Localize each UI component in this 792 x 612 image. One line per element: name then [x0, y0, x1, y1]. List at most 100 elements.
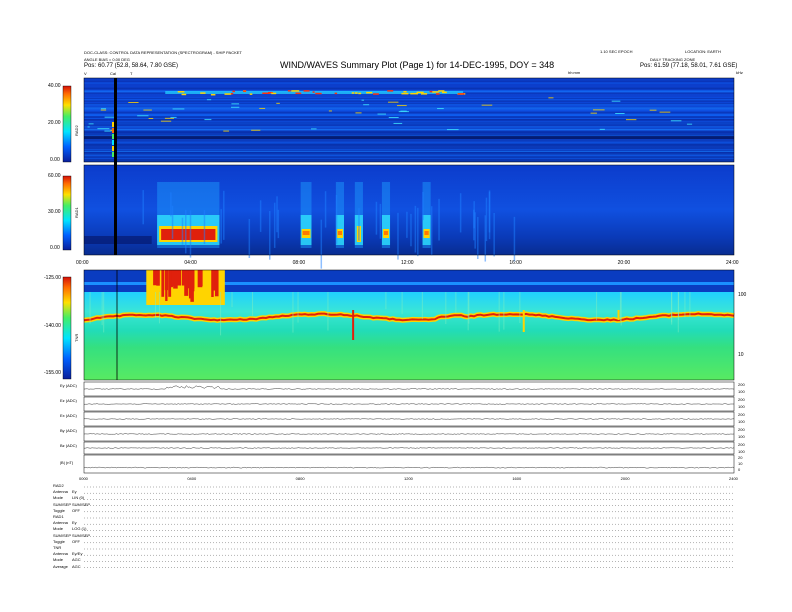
tnr-streak [421, 292, 423, 320]
rad2-hot-spot [438, 90, 445, 92]
rad1-streak [358, 208, 360, 241]
rad2-spot [396, 105, 407, 107]
rad1-streak [189, 210, 192, 258]
rad1-streak [324, 191, 327, 228]
footer-row-label: Mode [53, 557, 64, 563]
rad2-spot [625, 119, 637, 121]
line-tick: 10 [738, 461, 743, 466]
rad2-spot [143, 109, 152, 111]
footer-row-label: Antenna [53, 520, 68, 526]
rad2-spot [251, 129, 261, 131]
rad1-streak [410, 213, 412, 247]
rad2-spot [388, 101, 399, 103]
rad2-spot [259, 107, 266, 109]
footer-row-label: SUM/SEP [53, 532, 72, 538]
footer-row-value: LOG (1) [72, 526, 87, 532]
rad2-spot [446, 129, 459, 131]
tnr-streak [678, 292, 680, 321]
rad2-spot [311, 128, 317, 130]
rad2-spot [659, 111, 671, 113]
rad2-hot-spot [372, 93, 379, 95]
rad2-tick-bottom: 0.00 [50, 157, 60, 163]
tnr-streak [103, 292, 105, 333]
rad2-hot-spot [295, 92, 302, 95]
tnr-streak [503, 292, 505, 330]
rad1-streak [248, 218, 251, 258]
rad2-hot-spot [457, 93, 465, 95]
tnr-streak [89, 292, 91, 324]
footer-row-value: AGC [72, 557, 81, 563]
rad2-hot-spot [181, 93, 187, 96]
rad1-streak [422, 191, 424, 221]
line-panel-frame [83, 454, 735, 474]
rad1-streak [181, 217, 184, 245]
tnr-spike [617, 310, 620, 320]
rad2-spot [87, 126, 90, 128]
rad2-tick-mid: 20.00 [48, 120, 61, 126]
line-tick: 200 [738, 412, 745, 417]
rad2-hot-spot [312, 91, 315, 93]
line-tick: 200 [738, 382, 745, 387]
rad2-label: RAD2 [74, 125, 79, 136]
rad2-spot [400, 110, 407, 112]
rad2-spot [231, 106, 240, 108]
line-label-b: |B| (nT) [60, 460, 74, 465]
tnr-burst-streak [211, 270, 214, 297]
rad2-hot-spot [303, 90, 310, 92]
x-tick-top: 12:00 [401, 260, 414, 266]
tnr-burst-streak [164, 270, 169, 291]
rad2-hot-spot [224, 93, 232, 95]
rad2-spot [599, 128, 605, 130]
footer-row-label: Mode [53, 495, 64, 501]
rad2-hot-spot [230, 92, 234, 95]
x-tick-bottom: 2400 [729, 476, 739, 481]
rad1-streak [273, 202, 276, 248]
rad2-spot [388, 117, 399, 119]
rad1-streak [276, 196, 278, 233]
rad1-streak [223, 190, 225, 240]
rad2-spot [328, 110, 332, 112]
rad2-spot [686, 123, 693, 125]
rad2-spot [481, 104, 493, 106]
tnr-burst-streak [161, 270, 165, 297]
footer-row-label: Antenna [53, 489, 68, 495]
rad1-streak [397, 212, 399, 260]
tnr-right-tick-10: 10 [738, 352, 744, 358]
tnr-streak [689, 292, 691, 317]
rad1-streak [335, 194, 338, 245]
footer-row-label: Mode [53, 526, 64, 532]
rad1-streak [488, 191, 491, 233]
footer-row-label: Toggle [53, 507, 65, 513]
rad1-streak [473, 201, 475, 229]
tnr-burst-streak [168, 270, 172, 297]
rad2-hot-spot [351, 92, 355, 94]
tnr-spike [522, 310, 525, 332]
rad2-spot [172, 108, 185, 110]
tnr-streak [467, 292, 469, 331]
rad1-tick-bottom: 0.00 [50, 245, 60, 251]
rad1-streak [375, 201, 378, 235]
rad2-hot-spot [287, 90, 291, 92]
tnr-streak [455, 292, 457, 314]
rad2-spot [592, 109, 605, 111]
rad2-spot [128, 101, 139, 103]
rad2-spot [361, 99, 364, 101]
rad2-hot-spot [416, 91, 424, 94]
rad2-hot-spot [441, 91, 447, 94]
tnr-streak [671, 292, 673, 325]
rad2-spot [104, 130, 112, 132]
rad2-spot [615, 112, 625, 114]
x-tick-bottom: 0800 [296, 476, 306, 481]
tnr-colorbar [62, 276, 72, 380]
rad1-streak [171, 205, 174, 239]
x-tick-top: 00:00 [76, 260, 89, 266]
footer-row-label: TNR [53, 545, 62, 550]
rad2-spot [100, 109, 107, 111]
footer-row-value: OFF [72, 538, 80, 544]
spectrogram-figure: 00:00 04:00 08:00 12:00 16:00 20:00 24:00 0000… [62, 77, 739, 568]
footer-row-value: Ey/Ey [72, 551, 83, 557]
rad2-dark-band [84, 136, 734, 139]
rad2-spot [97, 128, 110, 130]
rad2-hot-spot [435, 93, 440, 95]
line-label-ex: Ex (ADC) [60, 413, 77, 418]
